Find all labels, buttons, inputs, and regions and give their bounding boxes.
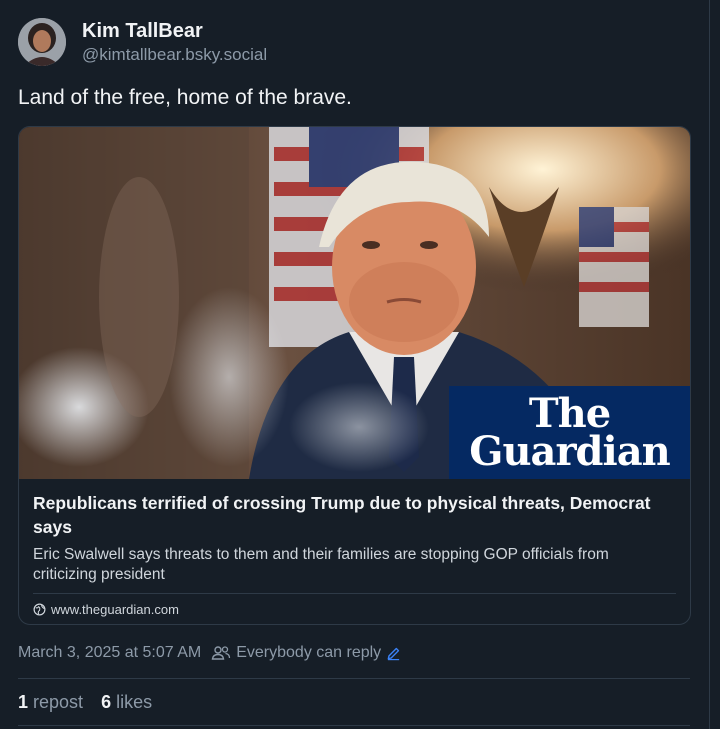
- like-label: likes: [116, 692, 153, 712]
- guardian-logo-line2: Guardian: [469, 427, 670, 475]
- reply-setting-label: Everybody can reply: [236, 644, 382, 661]
- link-card[interactable]: The Guardian Republicans terrified of cr…: [18, 126, 691, 625]
- post-timestamp[interactable]: March 3, 2025 at 5:07 AM: [18, 644, 201, 662]
- author-display-name[interactable]: Kim TallBear: [82, 19, 267, 43]
- author-handle[interactable]: @kimtallbear.bsky.social: [82, 45, 267, 65]
- divider-bottom: [18, 725, 690, 726]
- repost-label: repost: [33, 692, 84, 712]
- guardian-logo-line1: The: [528, 389, 611, 437]
- repost-count: 1: [18, 692, 29, 712]
- like-count: 6: [101, 692, 112, 712]
- post-text: Land of the free, home of the brave.: [18, 86, 352, 109]
- reply-settings[interactable]: Everybody can reply: [211, 644, 406, 662]
- repost-count-link[interactable]: 1 repost: [18, 692, 83, 713]
- like-count-link[interactable]: 6 likes: [101, 692, 152, 713]
- pencil-icon[interactable]: [386, 646, 406, 661]
- engagement-counts: 1 repost 6 likes: [18, 692, 170, 713]
- link-card-image: The Guardian: [19, 127, 690, 479]
- globe-icon: [33, 603, 46, 616]
- link-card-domain: www.theguardian.com: [51, 602, 179, 617]
- author-avatar[interactable]: [18, 18, 66, 66]
- post-meta: March 3, 2025 at 5:07 AM Everybody can r…: [18, 644, 406, 662]
- divider: [18, 678, 690, 679]
- post-author[interactable]: Kim TallBear @kimtallbear.bsky.social: [18, 18, 267, 66]
- link-card-description: Eric Swalwell says threats to them and t…: [33, 546, 609, 583]
- link-card-title[interactable]: Republicans terrified of crossing Trump …: [33, 491, 676, 539]
- link-card-domain-row: www.theguardian.com: [33, 602, 676, 617]
- people-icon: [211, 646, 231, 660]
- link-card-divider: [33, 593, 676, 594]
- avatar-image: [18, 18, 66, 66]
- guardian-logo: The Guardian: [449, 386, 690, 479]
